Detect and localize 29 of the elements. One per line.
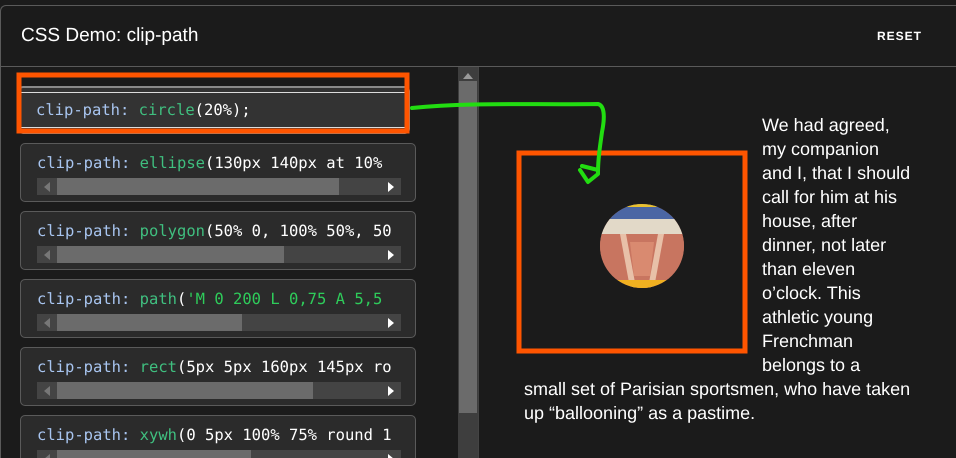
code-line: clip-path: xywh(0 5px 100% 75% round 1 — [37, 425, 393, 446]
right-arrow-icon[interactable] — [388, 182, 394, 192]
up-arrow-icon[interactable] — [463, 73, 473, 79]
right-arrow-icon[interactable] — [388, 318, 394, 328]
code-line: clip-path: circle(20%); — [36, 100, 252, 121]
horizontal-scrollbar[interactable] — [37, 246, 401, 263]
code-option[interactable]: clip-path: path('M 0 200 L 0,75 A 5,5 — [20, 279, 416, 338]
left-arrow-icon[interactable] — [44, 318, 50, 328]
code-option[interactable]: clip-path: ellipse(130px 140px at 10% — [20, 143, 416, 202]
right-arrow-icon[interactable] — [388, 250, 394, 260]
vertical-scrollbar[interactable] — [458, 67, 478, 458]
horizontal-scrollbar[interactable] — [37, 178, 401, 195]
code-option[interactable]: clip-path: polygon(50% 0, 100% 50%, 50 — [20, 211, 416, 270]
code-line: clip-path: ellipse(130px 140px at 10% — [37, 153, 384, 174]
horizontal-scrollbar[interactable] — [37, 314, 401, 331]
paragraph-text: small set of Parisian sportsmen, who have taken up “ballooning” as a pastime. — [524, 378, 912, 425]
left-arrow-icon[interactable] — [44, 182, 50, 192]
code-option[interactable]: clip-path: rect(5px 5px 160px 145px ro — [20, 347, 416, 406]
code-line: clip-path: polygon(50% 0, 100% 50%, 50 — [37, 221, 393, 242]
code-line: clip-path: rect(5px 5px 160px 145px ro — [37, 357, 393, 378]
left-arrow-icon[interactable] — [44, 250, 50, 260]
demo-title: CSS Demo: clip-path — [21, 25, 198, 47]
code-option[interactable]: clip-path: xywh(0 5px 100% 75% round 1 — [20, 415, 416, 458]
paragraph-text: We had agreed, my companion and I, that I should call for him at his house, after dinner, not later than eleven o’clock. This athletic young Frenchman belongs to a — [762, 114, 912, 377]
left-arrow-icon[interactable] — [44, 386, 50, 396]
reset-button[interactable]: RESET — [874, 25, 924, 47]
horizontal-scrollbar[interactable] — [37, 382, 401, 399]
right-arrow-icon[interactable] — [388, 386, 394, 396]
code-line: clip-path: path('M 0 200 L 0,75 A 5,5 — [37, 289, 384, 310]
